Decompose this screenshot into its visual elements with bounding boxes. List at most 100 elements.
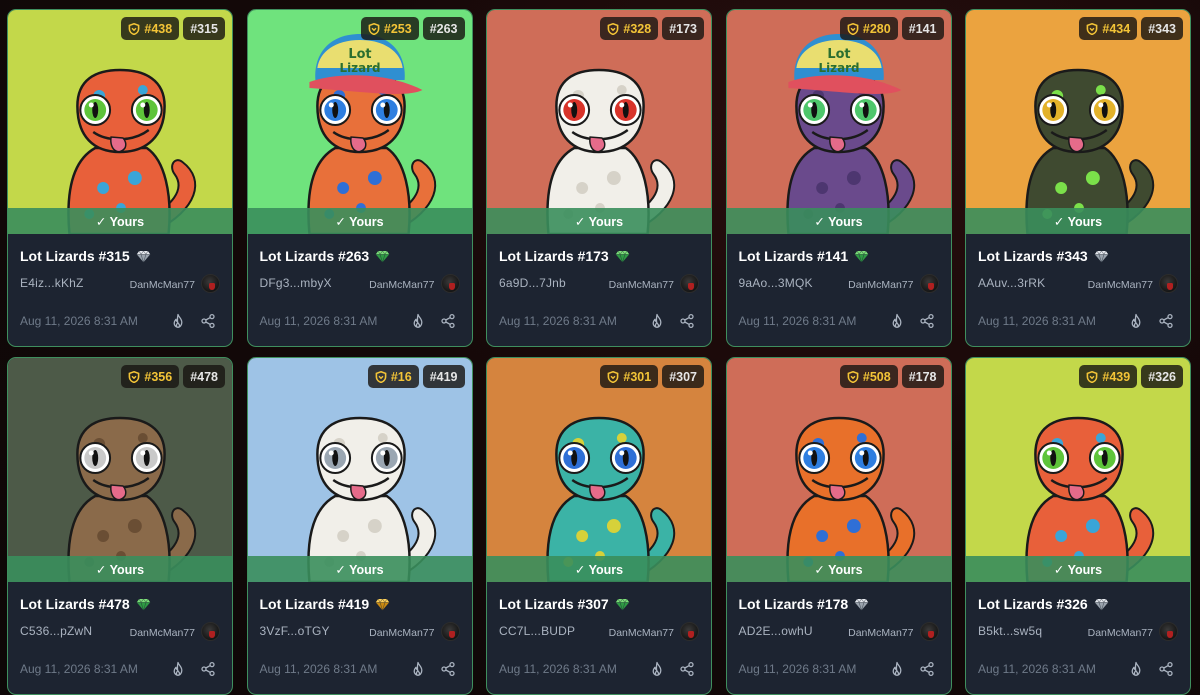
ownership-banner: ✓ Yours <box>8 556 232 582</box>
share-icon[interactable] <box>679 661 695 677</box>
mint-address[interactable]: C536...pZwN <box>20 624 92 638</box>
rarity-rank-badge: #439 <box>1079 365 1138 388</box>
flame-icon[interactable] <box>649 661 665 677</box>
nft-artwork[interactable] <box>8 358 232 582</box>
nft-title[interactable]: Lot Lizards #478 <box>20 596 130 612</box>
flame-icon[interactable] <box>170 313 186 329</box>
rarity-rank: #438 <box>144 21 173 36</box>
owner-avatar <box>440 273 460 293</box>
nft-artwork[interactable] <box>247 358 472 582</box>
nft-artwork[interactable]: Lot Lizard <box>726 10 951 234</box>
share-icon[interactable] <box>919 661 935 677</box>
rarity-rank-badge: #508 <box>839 365 898 388</box>
nft-artwork[interactable] <box>487 10 711 234</box>
mint-address[interactable]: 9aAo...3MQK <box>739 276 813 290</box>
svg-text:Lot: Lot <box>827 47 850 62</box>
owner-info[interactable]: DanMcMan77 <box>609 621 699 641</box>
share-icon[interactable] <box>440 313 456 329</box>
owner-info[interactable]: DanMcMan77 <box>369 621 460 641</box>
nft-title[interactable]: Lot Lizards #326 <box>978 596 1088 612</box>
mint-address[interactable]: DFg3...mbyX <box>260 276 332 290</box>
owner-info[interactable]: DanMcMan77 <box>848 621 939 641</box>
flame-icon[interactable] <box>410 313 426 329</box>
nft-card[interactable]: #439 #326 ✓ Yours Lot Lizards #326 B5kt.… <box>965 357 1191 695</box>
rank-shield-icon <box>607 370 619 383</box>
nft-card[interactable]: Lot Lizard #253 #263 ✓ Yours Lot Lizards… <box>246 9 473 347</box>
flame-icon[interactable] <box>649 313 665 329</box>
nft-title[interactable]: Lot Lizards #307 <box>499 596 609 612</box>
rarity-rank: #301 <box>623 369 652 384</box>
nft-title[interactable]: Lot Lizards #419 <box>260 596 370 612</box>
flame-icon[interactable] <box>170 661 186 677</box>
rank-shield-icon <box>847 22 859 35</box>
nft-title[interactable]: Lot Lizards #141 <box>739 248 849 264</box>
owner-info[interactable]: DanMcMan77 <box>609 273 699 293</box>
card-info: Lot Lizards #141 9aAo...3MQK DanMcMan77 … <box>739 234 939 346</box>
nft-title[interactable]: Lot Lizards #315 <box>20 248 130 264</box>
share-icon[interactable] <box>200 313 216 329</box>
flame-icon[interactable] <box>1128 313 1144 329</box>
owner-name: DanMcMan77 <box>369 279 435 291</box>
flame-icon[interactable] <box>1128 661 1144 677</box>
nft-title[interactable]: Lot Lizards #173 <box>499 248 609 264</box>
owner-info[interactable]: DanMcMan77 <box>1088 621 1178 641</box>
nft-artwork[interactable] <box>726 358 951 582</box>
nft-artwork[interactable] <box>966 358 1190 582</box>
owner-info[interactable]: DanMcMan77 <box>848 273 939 293</box>
token-number: #263 <box>429 21 458 36</box>
owner-info[interactable]: DanMcMan77 <box>369 273 460 293</box>
nft-card[interactable]: #438 #315 ✓ Yours Lot Lizards #315 E4iz.… <box>7 9 233 347</box>
mint-address[interactable]: AD2E...owhU <box>739 624 813 638</box>
mint-address[interactable]: 6a9D...7Jnb <box>499 276 566 290</box>
share-icon[interactable] <box>1158 661 1174 677</box>
nft-artwork[interactable]: Lot Lizard <box>247 10 472 234</box>
diamond-icon <box>615 249 630 263</box>
flame-icon[interactable] <box>889 661 905 677</box>
mint-address[interactable]: E4iz...kKhZ <box>20 276 84 290</box>
owner-info[interactable]: DanMcMan77 <box>130 273 220 293</box>
share-icon[interactable] <box>440 661 456 677</box>
flame-icon[interactable] <box>889 313 905 329</box>
badge-group: #280 #141 <box>839 17 944 40</box>
mint-address[interactable]: CC7L...BUDP <box>499 624 575 638</box>
nft-title[interactable]: Lot Lizards #178 <box>739 596 849 612</box>
nft-card[interactable]: #356 #478 ✓ Yours Lot Lizards #478 C536.… <box>7 357 233 695</box>
token-number-badge: #315 <box>183 17 225 40</box>
nft-card[interactable]: #16 #419 ✓ Yours Lot Lizards #419 3VzF..… <box>246 357 473 695</box>
badge-group: #508 #178 <box>839 365 944 388</box>
nft-artwork[interactable] <box>966 10 1190 234</box>
yours-label: ✓ Yours <box>1053 562 1103 577</box>
nft-card[interactable]: #508 #178 ✓ Yours Lot Lizards #178 AD2E.… <box>725 357 952 695</box>
timestamp: Aug 11, 2026 8:31 AM <box>978 662 1096 676</box>
rarity-rank: #280 <box>862 21 891 36</box>
nft-card[interactable]: Lot Lizard #280 #141 ✓ Yours Lot Lizards… <box>725 9 952 347</box>
share-icon[interactable] <box>200 661 216 677</box>
share-icon[interactable] <box>1158 313 1174 329</box>
yours-label: ✓ Yours <box>95 214 145 229</box>
share-icon[interactable] <box>919 313 935 329</box>
nft-card[interactable]: #328 #173 ✓ Yours Lot Lizards #173 6a9D.… <box>486 9 712 347</box>
ownership-banner: ✓ Yours <box>966 208 1190 234</box>
mint-address[interactable]: B5kt...sw5q <box>978 624 1042 638</box>
nft-card[interactable]: #301 #307 ✓ Yours Lot Lizards #307 CC7L.… <box>486 357 712 695</box>
owner-avatar <box>440 621 460 641</box>
nft-artwork[interactable] <box>8 10 232 234</box>
rarity-rank: #328 <box>623 21 652 36</box>
yours-label: ✓ Yours <box>95 562 145 577</box>
token-number: #478 <box>190 369 218 384</box>
nft-title[interactable]: Lot Lizards #343 <box>978 248 1088 264</box>
token-number-badge: #478 <box>183 365 225 388</box>
flame-icon[interactable] <box>410 661 426 677</box>
card-info: Lot Lizards #307 CC7L...BUDP DanMcMan77 … <box>499 582 699 694</box>
owner-info[interactable]: DanMcMan77 <box>1088 273 1178 293</box>
owner-avatar <box>1159 621 1178 641</box>
mint-address[interactable]: AAuv...3rRK <box>978 276 1045 290</box>
owner-info[interactable]: DanMcMan77 <box>130 621 220 641</box>
nft-title[interactable]: Lot Lizards #263 <box>260 248 370 264</box>
mint-address[interactable]: 3VzF...oTGY <box>260 624 330 638</box>
share-icon[interactable] <box>679 313 695 329</box>
nft-artwork[interactable] <box>487 358 711 582</box>
nft-card[interactable]: #434 #343 ✓ Yours Lot Lizards #343 AAuv.… <box>965 9 1191 347</box>
diamond-icon <box>136 597 151 611</box>
owner-avatar <box>201 273 220 293</box>
